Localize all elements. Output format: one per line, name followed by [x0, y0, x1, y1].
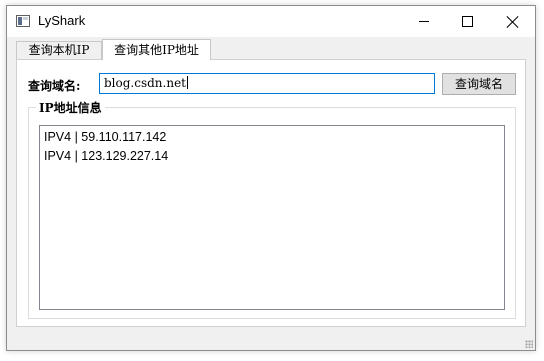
query-domain-button[interactable]: 查询域名 [442, 73, 516, 95]
text-caret [187, 76, 188, 89]
maximize-button[interactable] [445, 6, 490, 37]
ip-info-groupbox: IP地址信息 IPV4 | 59.110.117.142 IPV4 | 123.… [28, 99, 516, 319]
tab-local-ip[interactable]: 查询本机IP [16, 41, 102, 59]
close-button[interactable] [490, 6, 535, 37]
title-bar[interactable]: LyShark [7, 6, 535, 37]
window-title: LyShark [38, 13, 86, 28]
domain-input[interactable]: blog.csdn.net [99, 73, 435, 94]
close-icon [507, 16, 519, 28]
resize-grip-icon[interactable] [525, 340, 533, 348]
minimize-button[interactable] [401, 6, 446, 37]
list-item[interactable]: IPV4 | 59.110.117.142 [44, 128, 500, 147]
list-item[interactable]: IPV4 | 123.129.227.14 [44, 147, 500, 166]
domain-label: 查询域名: [28, 79, 81, 93]
maximize-icon [462, 16, 473, 27]
tab-panel: 查询域名: blog.csdn.net 查询域名 IP地址信息 IPV4 | 5… [16, 59, 526, 327]
groupbox-title: IP地址信息 [36, 99, 105, 116]
domain-input-value: blog.csdn.net [104, 76, 186, 90]
tab-other-ip[interactable]: 查询其他IP地址 [102, 39, 211, 60]
app-window-icon [16, 15, 30, 27]
main-window: LyShark 查询本机IP 查询其他IP地址 查询域名: blog.csdn.… [6, 5, 536, 351]
minimize-icon [418, 21, 429, 22]
results-list[interactable]: IPV4 | 59.110.117.142 IPV4 | 123.129.227… [39, 125, 505, 310]
